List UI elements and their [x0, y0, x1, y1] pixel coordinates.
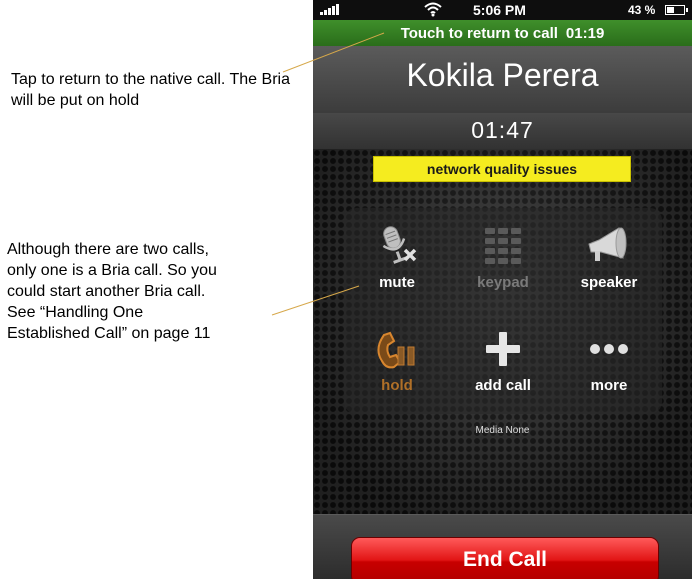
callout-return-to-call: Tap to return to the native call. The Br… [11, 71, 290, 109]
caller-name: Kokila Perera [406, 57, 599, 93]
status-time: 5:06 PM [473, 2, 526, 18]
battery-percent: 43 % [628, 3, 656, 17]
page: Tap to return to the native call. The Br… [0, 0, 692, 579]
network-quality-warning: network quality issues [373, 156, 631, 182]
ellipsis-icon [584, 327, 634, 371]
battery-icon [665, 5, 688, 15]
mute-label: mute [379, 274, 415, 291]
return-to-call-label: Touch to return to call [400, 24, 558, 42]
return-to-call-bar[interactable]: Touch to return to call 01:19 [313, 20, 692, 46]
keypad-icon [478, 224, 528, 268]
signal-icon [320, 4, 339, 15]
phone-screen: 5:06 PM 43 % Touch to return to call 01:… [313, 0, 692, 579]
end-call-button[interactable]: End Call [351, 537, 659, 579]
mute-button[interactable]: mute [344, 208, 450, 311]
status-bar: 5:06 PM 43 % [313, 0, 692, 20]
more-button[interactable]: more [556, 311, 662, 414]
wifi-icon [424, 2, 442, 17]
plus-icon [478, 327, 528, 371]
bottom-bar: End Call [313, 514, 692, 579]
call-controls-panel: mute keypad speaker hold add call more [344, 208, 662, 414]
callout-line-2: only one is a Bria call. So you [7, 262, 217, 279]
callout-line-3: could start another Bria call. [7, 283, 206, 300]
callout-two-calls: Although there are two calls, only one i… [7, 239, 307, 344]
add-call-label: add call [475, 377, 531, 394]
hold-button[interactable]: hold [344, 311, 450, 414]
keypad-label: keypad [477, 274, 529, 291]
hold-phone-icon [372, 327, 422, 371]
callout-line-5: Established Call” on page 11 [7, 325, 211, 342]
caller-header: Kokila Perera [313, 46, 692, 114]
speaker-label: speaker [580, 274, 638, 291]
microphone-muted-icon [372, 224, 422, 268]
callout-line-1: Although there are two calls, [7, 241, 209, 258]
media-status: Media None [475, 425, 530, 436]
hold-label: hold [381, 377, 413, 394]
call-duration-bar: 01:47 [313, 113, 692, 149]
speaker-button[interactable]: speaker [556, 208, 662, 311]
add-call-button[interactable]: add call [450, 311, 556, 414]
more-label: more [590, 377, 628, 394]
return-to-call-timer: 01:19 [565, 24, 605, 42]
speaker-icon [584, 224, 634, 268]
call-duration: 01:47 [471, 117, 534, 143]
callout-line-4: See “Handling One [7, 304, 144, 321]
keypad-button[interactable]: keypad [450, 208, 556, 311]
